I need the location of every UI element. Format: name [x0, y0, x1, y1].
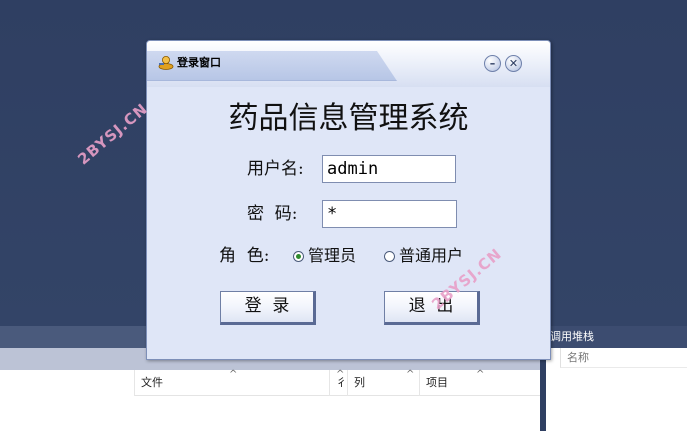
call-stack-panel-title: 调用堆栈 [546, 326, 687, 348]
column-header-file[interactable]: 文件 ^ [134, 369, 329, 396]
role-label: 角 色: [219, 246, 270, 266]
column-header-project[interactable]: 项目 ^ [419, 369, 540, 396]
user-key-icon [158, 56, 174, 70]
sort-caret-icon: ^ [336, 369, 345, 380]
login-dialog: 登录窗口 – ✕ 药品信息管理系统 用户名: 密 码: 角 色: 管理员 普通用… [146, 40, 551, 360]
login-button[interactable]: 登 录 [220, 291, 316, 325]
column-header-label: 文件 [141, 376, 163, 389]
role-radio-admin[interactable]: 管理员 [293, 243, 356, 269]
sort-caret-icon: ^ [229, 369, 238, 380]
sort-caret-icon: ^ [406, 369, 415, 380]
password-input[interactable] [322, 200, 457, 228]
username-input[interactable] [322, 155, 456, 183]
radio-unchecked-icon[interactable] [384, 250, 395, 262]
call-stack-panel: 名称 [546, 348, 687, 431]
column-header-column[interactable]: 列 ^ [347, 369, 419, 396]
sort-caret-icon: ^ [476, 369, 485, 380]
password-label: 密 码: [247, 204, 298, 224]
close-icon[interactable]: ✕ [505, 55, 522, 72]
column-header-label: 列 [354, 376, 365, 389]
column-header-name[interactable]: 名称 [560, 348, 687, 368]
radio-checked-icon[interactable] [293, 250, 304, 262]
column-header-line[interactable]: 彳 ^ [329, 369, 347, 396]
role-radio-user[interactable]: 普通用户 [384, 243, 463, 269]
radio-label-admin: 管理员 [308, 246, 357, 265]
column-header-label: 项目 [426, 376, 448, 389]
error-list-header: 文件 ^ 彳 ^ 列 ^ 项目 ^ [134, 369, 540, 396]
minimize-icon[interactable]: – [484, 55, 501, 72]
username-label: 用户名: [247, 159, 304, 179]
radio-label-user: 普通用户 [399, 246, 464, 265]
dialog-titlebar[interactable]: 登录窗口 – ✕ [147, 41, 550, 87]
dialog-title: 登录窗口 [177, 56, 221, 69]
app-title: 药品信息管理系统 [228, 101, 469, 136]
